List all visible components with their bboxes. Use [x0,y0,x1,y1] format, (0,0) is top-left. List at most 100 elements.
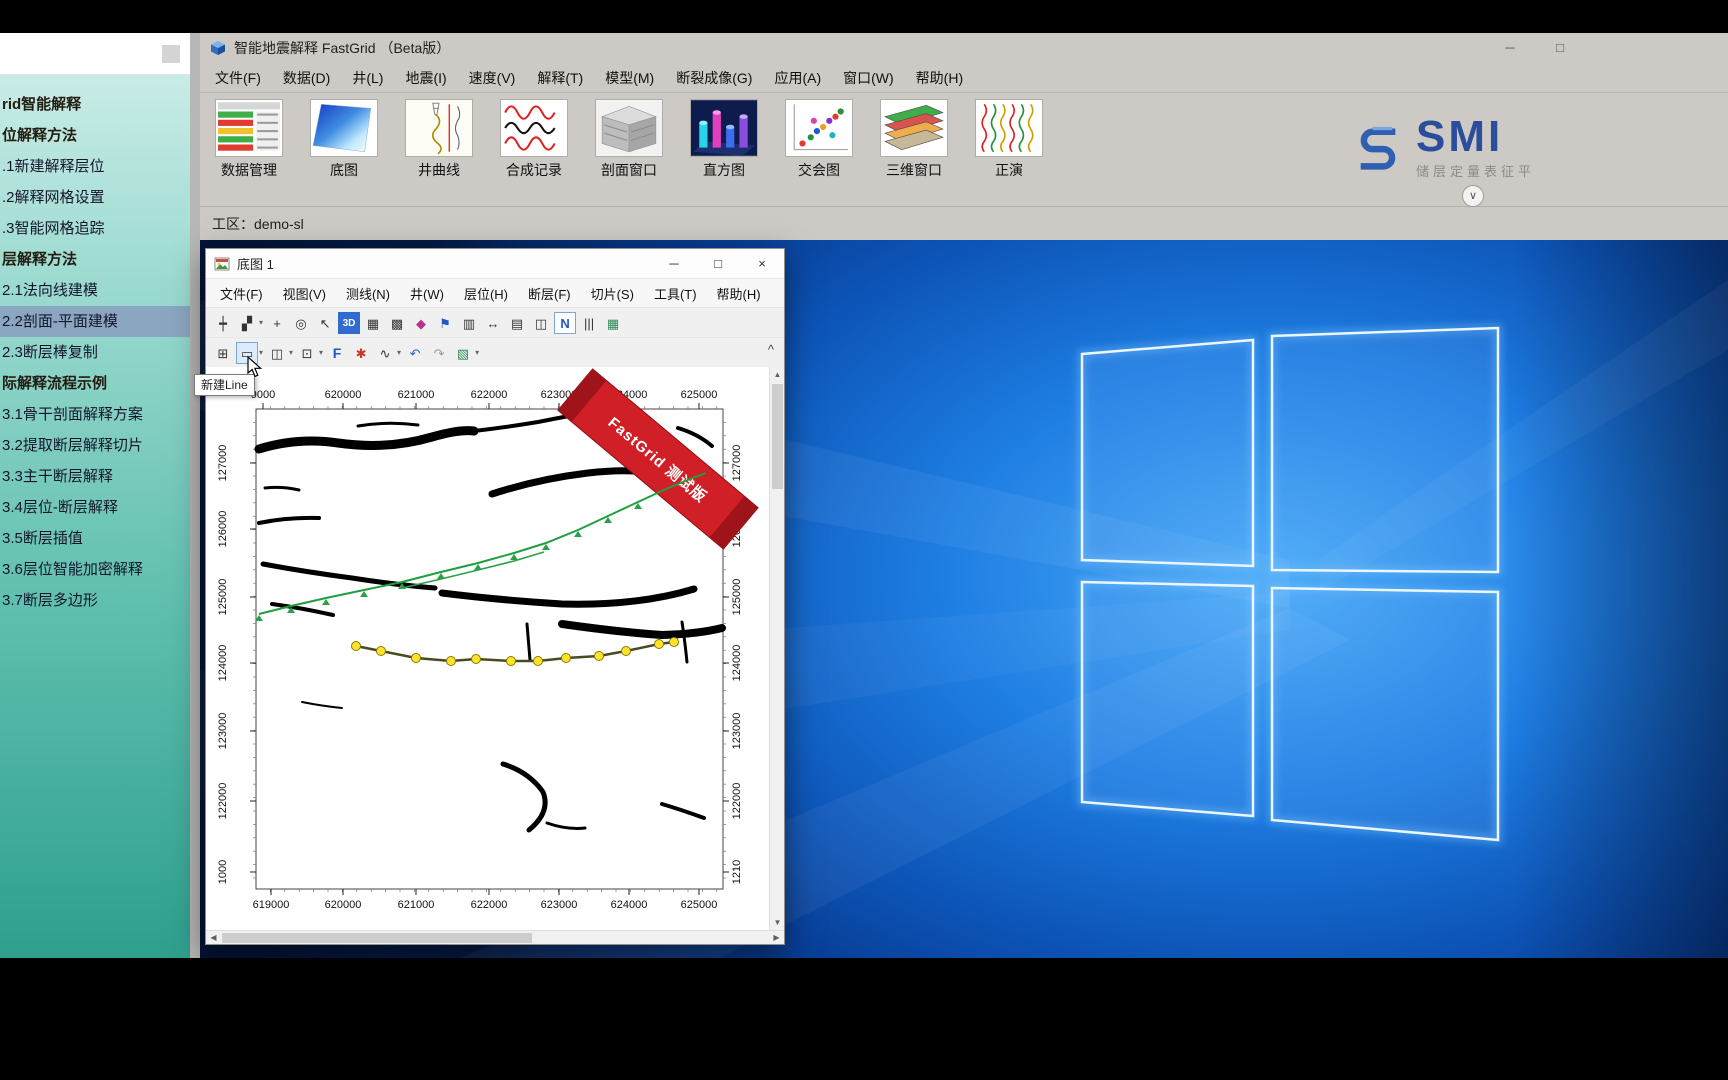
grid-data-icon[interactable]: ▦ [362,312,384,334]
sidebar-item-6[interactable]: 2.1法向线建模 [0,275,190,306]
toolbar-section-window[interactable]: 剖面窗口 [592,100,666,180]
menu-模型(M)[interactable]: 模型(M) [594,64,665,92]
sidebar-item-12[interactable]: 3.3主干断层解释 [0,461,190,492]
sidebar-item-9[interactable]: 际解释流程示例 [0,368,190,399]
zoom-window-icon[interactable]: ◎ [290,312,312,334]
fault-f-button[interactable]: F [326,342,348,364]
svg-text:124000: 124000 [217,645,229,682]
menu-井(L)[interactable]: 井(L) [341,64,394,92]
sidebar-item-11[interactable]: 3.2提取断层解释切片 [0,430,190,461]
section-view-icon[interactable]: ▤ [506,312,528,334]
green-grid-icon[interactable]: ▦ [602,312,624,334]
paint-layers-icon[interactable]: ▧ [452,342,474,364]
menu-井(W)[interactable]: 井(W) [400,281,454,306]
menu-帮助(H)[interactable]: 帮助(H) [707,281,771,306]
menu-视图(V)[interactable]: 视图(V) [273,281,336,306]
track-lines-icon[interactable]: ┿ [212,312,234,334]
menu-切片(S)[interactable]: 切片(S) [581,281,644,306]
menu-测线(N)[interactable]: 测线(N) [336,281,400,306]
scroll-up-icon[interactable]: ▲ [770,367,785,382]
smooth-curve-icon[interactable]: ∿ [374,342,396,364]
sidebar-item-13[interactable]: 3.4层位-断层解释 [0,492,190,523]
grid-add-icon[interactable]: ⊞ [212,342,234,364]
color-diamond-icon[interactable]: ◆ [410,312,432,334]
sidebar-item-4[interactable]: .3智能网格追踪 [0,213,190,244]
color-wheel-icon[interactable]: ✱ [350,342,372,364]
flag-icon[interactable]: ⚑ [434,312,456,334]
menu-文件(F)[interactable]: 文件(F) [210,281,273,306]
horizontal-scrollbar[interactable]: ◀ ▶ [206,930,784,944]
north-button[interactable]: N [554,311,577,334]
pan-icon[interactable]: + [266,312,288,334]
toolbar-synthetic-record[interactable]: 合成记录 [497,100,571,180]
menu-解释(T)[interactable]: 解释(T) [526,64,594,92]
columns-icon[interactable]: ||| [578,312,600,334]
toolbar-three-d-window[interactable]: 三维窗口 [877,100,951,180]
menu-断裂成像(G)[interactable]: 断裂成像(G) [665,64,763,92]
copy-line-icon-caret[interactable]: ▾ [259,318,263,327]
split-columns-icon-caret[interactable]: ▾ [289,348,293,357]
menu-地震(I)[interactable]: 地震(I) [394,64,457,92]
vertical-scrollbar[interactable]: ▲ ▼ [769,367,784,930]
toolbar-forward-model[interactable]: 正演 [972,100,1046,180]
menu-帮助(H)[interactable]: 帮助(H) [905,64,974,92]
minimize-button[interactable]: ─ [1493,36,1527,60]
smooth-curve-icon-caret[interactable]: ▾ [397,348,401,357]
map-canvas[interactable]: 9000 620000 621000 622000 623000 624000 625000… [206,367,784,930]
toolbar-label: 交会图 [798,162,840,178]
toolbar-cross-plot[interactable]: 交会图 [782,100,856,180]
collapse-chevron-button[interactable]: ∨ [1462,185,1484,207]
toolbar-collapse-icon[interactable]: ^ [768,342,774,357]
measure-icon[interactable]: ↔ [482,312,504,334]
sidebar-item-16[interactable]: 3.7断层多边形 [0,585,190,616]
sidebar-item-2[interactable]: .1新建解释层位 [0,151,190,182]
paint-layers-icon-caret[interactable]: ▾ [475,348,479,357]
main-title-bar[interactable]: 智能地震解释 FastGrid （Beta版） ─ □ [200,33,1728,63]
cascade-icon-caret[interactable]: ▾ [319,348,323,357]
basemap-close-button[interactable]: × [740,249,784,279]
split-columns-icon[interactable]: ◫ [266,342,288,364]
sidebar-item-15[interactable]: 3.6层位智能加密解释 [0,554,190,585]
basemap-maximize-button[interactable]: □ [696,249,740,279]
copy-line-icon[interactable]: ▞ [236,312,258,334]
menu-应用(A)[interactable]: 应用(A) [763,64,832,92]
horizontal-scroll-thumb[interactable] [222,933,532,943]
sidebar-list: rid智能解释 位解释方法 .1新建解释层位 .2解释网格设置 .3智能网格追踪 层解释方… [0,75,190,616]
sidebar-header-button[interactable] [162,45,180,63]
cascade-icon[interactable]: ⊡ [296,342,318,364]
vertical-scroll-thumb[interactable] [772,384,783,489]
redo-icon[interactable]: ↷ [428,342,450,364]
scroll-left-icon[interactable]: ◀ [206,931,221,945]
sidebar-item-3[interactable]: .2解释网格设置 [0,182,190,213]
basemap-minimize-button[interactable]: ─ [652,249,696,279]
sidebar-item-5[interactable]: 层解释方法 [0,244,190,275]
basemap-title-bar[interactable]: 底图 1 ─ □ × [206,249,784,279]
synthetic-record-icon [501,100,567,156]
menu-断层(F)[interactable]: 断层(F) [518,281,581,306]
toolbar-base-map[interactable]: 底图 [307,100,381,180]
menu-窗口(W)[interactable]: 窗口(W) [832,64,905,92]
scroll-right-icon[interactable]: ▶ [769,931,784,945]
sidebar-item-8[interactable]: 2.3断层棒复制 [0,337,190,368]
menu-数据(D)[interactable]: 数据(D) [272,64,341,92]
maximize-button[interactable]: □ [1543,36,1577,60]
sidebar-item-10[interactable]: 3.1骨干剖面解释方案 [0,399,190,430]
toolbar-histogram[interactable]: 直方图 [687,100,761,180]
scroll-down-icon[interactable]: ▼ [770,915,785,930]
tile-window-icon[interactable]: ◫ [530,312,552,334]
toolbar-data-manager[interactable]: 数据管理 [212,100,286,180]
view-3d-button[interactable]: 3D [338,311,361,334]
sidebar-item-0[interactable]: rid智能解释 [0,89,190,120]
sidebar-item-14[interactable]: 3.5断层插值 [0,523,190,554]
menu-速度(V)[interactable]: 速度(V) [458,64,527,92]
bar-columns-icon[interactable]: ▥ [458,312,480,334]
pointer-icon[interactable]: ↖ [314,312,336,334]
sidebar-item-1[interactable]: 位解释方法 [0,120,190,151]
sidebar-item-7[interactable]: 2.2剖面-平面建模 [0,306,190,337]
undo-icon[interactable]: ↶ [404,342,426,364]
toolbar-well-curve[interactable]: 井曲线 [402,100,476,180]
menu-工具(T)[interactable]: 工具(T) [644,281,707,306]
menu-层位(H)[interactable]: 层位(H) [454,281,518,306]
menu-文件(F)[interactable]: 文件(F) [204,64,272,92]
grid-edit-icon[interactable]: ▩ [386,312,408,334]
